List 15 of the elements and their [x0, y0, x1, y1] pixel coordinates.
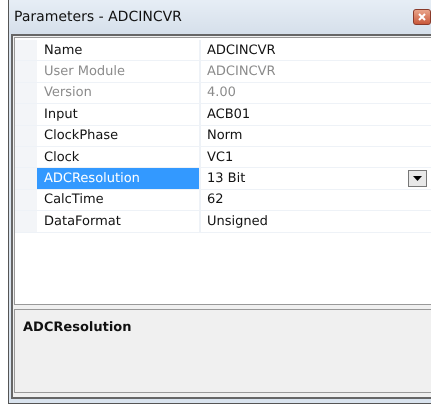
close-button[interactable]: [413, 9, 431, 25]
property-value: 13 Bit: [207, 171, 246, 186]
property-value: 62: [207, 192, 224, 208]
dropdown-button[interactable]: [408, 170, 427, 188]
property-value: ACB01: [207, 106, 250, 122]
caret-icon: [413, 176, 422, 182]
property-value: Norm: [207, 128, 242, 144]
property-value: ADCINCVR: [207, 64, 276, 80]
property-value: VC1: [207, 150, 234, 165]
property-value: Unsigned: [207, 214, 268, 229]
property-value: 4.00: [207, 85, 236, 100]
description-title: ADCResolution: [23, 320, 132, 335]
property-value: ADCINCVR: [207, 42, 276, 58]
window-title: Parameters - ADCINCVR: [14, 9, 182, 25]
close-icon: [418, 13, 426, 21]
